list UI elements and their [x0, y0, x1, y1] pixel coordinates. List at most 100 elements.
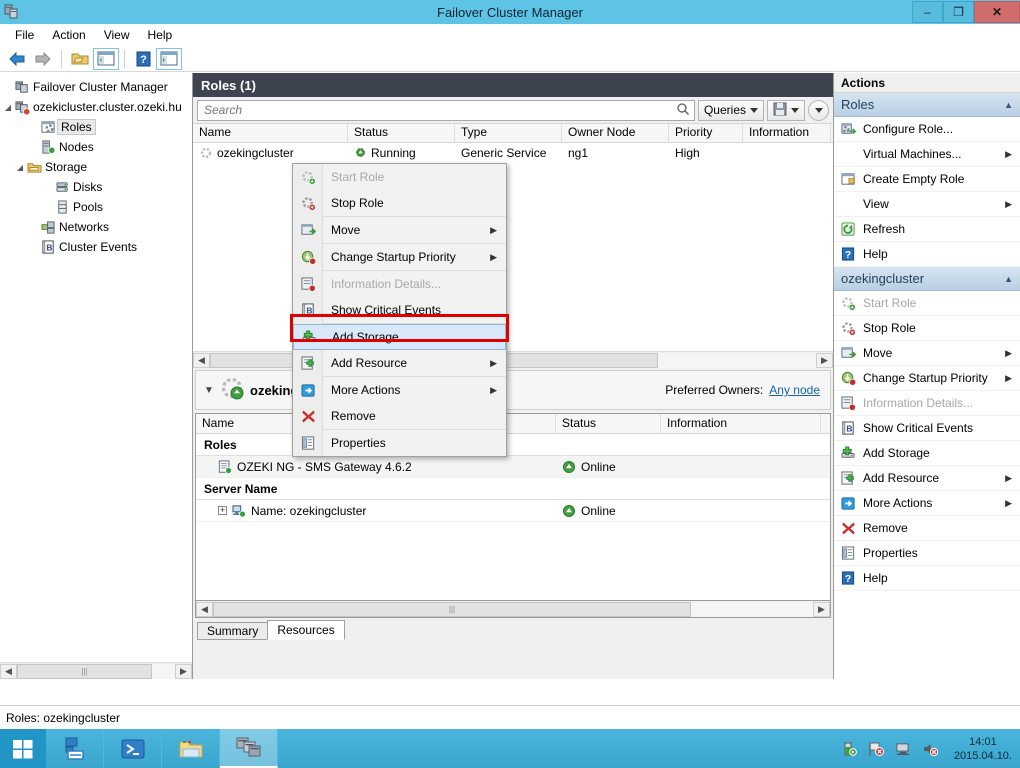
network-icon[interactable]	[894, 740, 912, 758]
column-header-priority[interactable]: Priority	[669, 123, 743, 143]
context-menu-item-show-critical-events[interactable]: B Show Critical Events	[293, 297, 506, 323]
action-item-stop-role[interactable]: Stop Role	[834, 316, 1020, 341]
tree-item-networks[interactable]: Networks	[2, 217, 192, 237]
detail-item-row[interactable]: OZEKI NG - SMS Gateway 4.6.2 Online	[196, 456, 830, 478]
tree-item-storage[interactable]: ◢ Storage	[2, 157, 192, 177]
detail-scroll-thumb[interactable]: |||	[213, 601, 691, 617]
table-row[interactable]: ozekingcluster Running Generic Service ng1 H…	[193, 143, 833, 162]
column-header-type[interactable]: Type	[455, 123, 562, 143]
tree-item-ozekicluster-cluster-ozeki-hu[interactable]: ◢ ozekicluster.cluster.ozeki.hu	[2, 97, 192, 117]
action-item-add-resource[interactable]: Add Resource ▶	[834, 466, 1020, 491]
expand-filter-button[interactable]	[808, 99, 829, 121]
back-button[interactable]	[4, 48, 30, 70]
action-item-move[interactable]: Move ▶	[834, 341, 1020, 366]
preferred-owners-link[interactable]: Any node	[769, 383, 820, 397]
column-header-status[interactable]: Status	[348, 123, 455, 143]
window-left-icon[interactable]	[93, 47, 119, 70]
window-right-icon[interactable]	[156, 47, 182, 70]
roles-scroll-left-button[interactable]: ◀	[193, 352, 210, 368]
roles-list-horizontal-scrollbar[interactable]: ◀ ||| ▶	[193, 351, 833, 368]
detail-item-row[interactable]: + Name: ozekingcluster Online	[196, 500, 830, 522]
detail-column-status[interactable]: Status	[556, 414, 661, 433]
scroll-left-button[interactable]: ◀	[0, 663, 17, 679]
taskbar-server-manager[interactable]	[46, 729, 104, 768]
minimize-button[interactable]: –	[912, 1, 943, 23]
context-menu-item-change-startup-priority[interactable]: Change Startup Priority ▶	[293, 244, 506, 270]
column-header-owner-node[interactable]: Owner Node	[562, 123, 669, 143]
tree-item-disks[interactable]: Disks	[2, 177, 192, 197]
taskbar-powershell[interactable]	[104, 729, 162, 768]
window-titlebar[interactable]: Failover Cluster Manager – ❐ ✕	[0, 0, 1020, 24]
context-menu-item-move[interactable]: Move ▶	[293, 217, 506, 243]
menu-view[interactable]: View	[95, 26, 139, 44]
role-context-menu[interactable]: Start Role Stop Role Move ▶ Change Startup P…	[292, 163, 507, 457]
start-button[interactable]	[0, 729, 46, 768]
context-menu-item-stop-role[interactable]: Stop Role	[293, 190, 506, 216]
restore-button[interactable]: ❐	[943, 1, 974, 23]
tree-item-failover-cluster-manager[interactable]: Failover Cluster Manager	[2, 77, 192, 97]
action-item-change-startup-priority[interactable]: Change Startup Priority ▶	[834, 366, 1020, 391]
taskbar-failover-cluster-manager[interactable]	[220, 729, 278, 768]
context-menu-item-more-actions[interactable]: More Actions ▶	[293, 377, 506, 403]
action-item-configure-role[interactable]: Configure Role...	[834, 117, 1020, 142]
tab-summary[interactable]: Summary	[197, 622, 269, 640]
menu-action[interactable]: Action	[43, 26, 94, 44]
action-item-remove[interactable]: Remove	[834, 516, 1020, 541]
action-item-add-storage[interactable]: Add Storage	[834, 441, 1020, 466]
action-item-virtual-machines[interactable]: Virtual Machines... ▶	[834, 142, 1020, 167]
tree-item-cluster-events[interactable]: B Cluster Events	[2, 237, 192, 257]
action-item-create-empty-role[interactable]: Create Empty Role	[834, 167, 1020, 192]
action-item-properties[interactable]: Properties	[834, 541, 1020, 566]
actions-section-header-roles[interactable]: Roles ▲	[834, 93, 1020, 117]
menu-file[interactable]: File	[6, 26, 43, 44]
queries-button[interactable]: Queries	[697, 99, 764, 121]
tab-resources[interactable]: Resources	[267, 620, 345, 640]
tree-item-nodes[interactable]: Nodes	[2, 137, 192, 157]
scroll-thumb[interactable]: |||	[17, 663, 152, 679]
roles-scroll-right-button[interactable]: ▶	[816, 352, 833, 368]
actions-pane: Actions Roles ▲ Configure Role... Virtual M…	[833, 73, 1020, 679]
question-mark-icon[interactable]: ?	[130, 48, 156, 70]
detail-scroll-track[interactable]: |||	[213, 601, 813, 617]
menu-help[interactable]: Help	[139, 26, 182, 44]
folder-icon[interactable]	[67, 48, 93, 70]
chevron-up-icon[interactable]: ▲	[1004, 100, 1013, 110]
search-input[interactable]	[202, 102, 676, 118]
volume-muted-icon[interactable]	[921, 740, 939, 758]
column-header-information[interactable]: Information	[743, 123, 831, 143]
close-button[interactable]: ✕	[974, 1, 1020, 23]
expander-icon[interactable]: ◢	[2, 103, 14, 112]
action-item-show-critical-events[interactable]: B Show Critical Events	[834, 416, 1020, 441]
tree-item-roles[interactable]: Roles	[2, 117, 192, 137]
detail-horizontal-scrollbar[interactable]: ◀ ||| ▶	[195, 601, 831, 618]
column-header-name[interactable]: Name	[193, 123, 348, 143]
detail-column-information[interactable]: Information	[661, 414, 821, 433]
detail-scroll-right-button[interactable]: ▶	[813, 601, 830, 617]
taskbar-file-explorer[interactable]	[162, 729, 220, 768]
save-query-button[interactable]	[767, 99, 805, 121]
context-menu-item-add-storage[interactable]: Add Storage	[293, 324, 506, 350]
context-menu-item-add-resource[interactable]: Add Resource ▶	[293, 350, 506, 376]
search-box[interactable]	[197, 99, 695, 121]
detail-scroll-left-button[interactable]: ◀	[196, 601, 213, 617]
action-item-refresh[interactable]: Refresh	[834, 217, 1020, 242]
context-menu-item-properties[interactable]: Properties	[293, 430, 506, 456]
tree-horizontal-scrollbar[interactable]: ◀ ||| ▶	[0, 662, 192, 679]
flag-error-icon[interactable]	[867, 740, 885, 758]
action-item-help[interactable]: ? Help	[834, 242, 1020, 267]
tree-item-pools[interactable]: Pools	[2, 197, 192, 217]
taskbar-clock[interactable]: 14:01 2015.04.10.	[954, 735, 1012, 763]
action-item-more-actions[interactable]: More Actions ▶	[834, 491, 1020, 516]
chevron-down-icon[interactable]: ▼	[204, 385, 220, 396]
forward-button[interactable]	[30, 48, 56, 70]
expander-icon[interactable]: +	[218, 506, 227, 515]
chevron-up-icon[interactable]: ▲	[1004, 274, 1013, 284]
action-item-help[interactable]: ? Help	[834, 566, 1020, 591]
scroll-track[interactable]: |||	[17, 663, 175, 679]
battery-icon[interactable]	[840, 740, 858, 758]
context-menu-item-remove[interactable]: Remove	[293, 403, 506, 429]
expander-icon[interactable]: ◢	[14, 163, 26, 172]
action-item-view[interactable]: View ▶	[834, 192, 1020, 217]
actions-section-header-ozekingcluster[interactable]: ozekingcluster ▲	[834, 267, 1020, 291]
scroll-right-button[interactable]: ▶	[175, 663, 192, 679]
